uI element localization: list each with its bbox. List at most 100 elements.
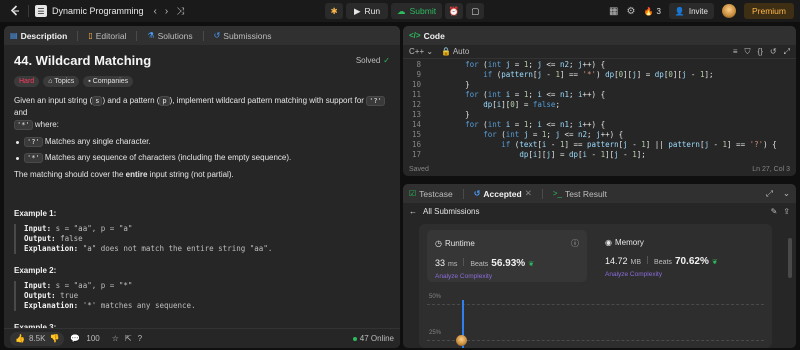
companies-badge[interactable]: ▪ Companies [83, 76, 134, 87]
format-icon[interactable]: ≡ [733, 47, 738, 57]
settings-gear-icon[interactable]: ⚙ [627, 6, 636, 17]
star-icon[interactable]: ☆ [112, 334, 119, 343]
invite-label: Invite [688, 6, 708, 16]
close-icon[interactable]: ✕ [525, 188, 532, 199]
fire-icon: 🔥 [643, 6, 654, 16]
problem-badges: Hard ⌂ Topics ▪ Companies [14, 76, 390, 87]
memory-metric[interactable]: ◉ Memory 14.72 MB Beats 70.62% ❦ Analyze… [597, 230, 757, 286]
expand-icon[interactable]: ⤢ [766, 188, 773, 199]
prev-problem-icon[interactable]: ‹ [154, 6, 157, 17]
reset-icon[interactable]: ↺ [770, 47, 777, 57]
tab-code-label: Code [423, 30, 445, 41]
line-number: 12 [411, 100, 421, 109]
language-select[interactable]: C++ ⌄ [409, 47, 433, 56]
code-toolbar: C++ ⌄ 🔒 Auto ≡ ⛉ {} ↺ ⤢ [403, 45, 796, 59]
run-button[interactable]: ▶ Run [346, 3, 389, 19]
tab-test-result[interactable]: >_ Test Result [553, 189, 607, 199]
code-line: 17 dp[i][j] = dp[i - 1][j - 1]; [403, 150, 796, 160]
layout-icon[interactable]: ▦ [609, 6, 618, 17]
tab-test-result-label: Test Result [564, 188, 607, 199]
tab-solutions[interactable]: ⚗ Solutions [147, 31, 192, 41]
divider [647, 256, 649, 264]
example-explanation: '*' matches any sequence. [82, 301, 196, 310]
analyze-complexity-link[interactable]: Analyze Complexity [605, 271, 749, 278]
streak-counter[interactable]: 🔥 3 [643, 7, 660, 16]
statement-bold: entire [125, 170, 148, 179]
analyze-complexity-link[interactable]: Analyze Complexity [435, 273, 579, 280]
runtime-beats-label: Beats [470, 261, 489, 268]
chevron-down-icon[interactable]: ⌄ [783, 188, 790, 199]
title-row: 44. Wildcard Matching Solved ✓ [14, 53, 390, 68]
tab-editorial[interactable]: ▯ Editorial [88, 31, 126, 41]
auto-mode[interactable]: 🔒 Auto [441, 47, 469, 56]
share-icon[interactable]: ⇱ [125, 334, 132, 343]
notes-button[interactable]: ▢ [466, 3, 485, 19]
rule-text: Matches any sequence of characters (incl… [44, 153, 292, 162]
saved-status: Saved [409, 165, 429, 173]
example-explanation: "a" does not match the entire string "aa… [82, 244, 273, 253]
shuffle-icon[interactable]: ⤨ [176, 6, 184, 17]
example-title: Example 1: [14, 209, 57, 218]
example-output-label: Output: [24, 291, 56, 300]
thumbs-up-icon[interactable]: 👍 [15, 334, 25, 343]
leetcode-logo-icon[interactable] [8, 4, 22, 18]
tab-submissions[interactable]: ↺ Submissions [214, 31, 272, 41]
submit-button[interactable]: ☁ Submit [391, 3, 443, 19]
example-input-label: Input: [24, 281, 52, 290]
scrollbar[interactable] [788, 238, 792, 278]
bookmark-icon[interactable]: ⛉ [745, 47, 751, 57]
memory-title: Memory [614, 238, 644, 247]
comment-count: 100 [86, 334, 100, 343]
code-line: 8 for (int j = 1; j <= n2; j++) { [403, 60, 796, 70]
result-tabs: ☑ Testcase ↺ Accepted ✕ >_ Test Result ⤢… [403, 184, 796, 203]
memory-value-row: 14.72 MB Beats 70.62% ❦ [605, 256, 749, 267]
inline-code: s [92, 96, 103, 106]
help-icon[interactable]: ? [138, 334, 142, 343]
thumbs-down-icon[interactable]: 👎 [49, 334, 59, 343]
back-arrow-icon[interactable]: ← [409, 207, 417, 216]
inline-code: '*' [24, 153, 43, 163]
tab-accepted[interactable]: ↺ Accepted ✕ [474, 188, 532, 199]
lock-icon: ▪ [88, 78, 91, 85]
online-dot-icon [352, 336, 357, 341]
invite-button[interactable]: 👤 Invite [668, 3, 714, 19]
memory-chip-icon: ◉ [605, 238, 612, 247]
bug-icon: ✱ [330, 5, 338, 16]
tab-description[interactable]: ▤ Description [10, 31, 67, 41]
tab-testcase[interactable]: ☑ Testcase [409, 189, 453, 199]
premium-button[interactable]: Premium [743, 3, 794, 19]
inline-code: '*' [14, 120, 33, 130]
problem-list-label: Dynamic Programming [52, 6, 144, 16]
example-input-label: Input: [24, 224, 52, 233]
language-label: C++ [409, 47, 425, 56]
braces-icon[interactable]: {} [758, 47, 763, 57]
avatar[interactable] [721, 4, 736, 18]
runtime-metric[interactable]: ◷ Runtime ⓘ 33 ms Beats 56.93% ❦ Analyze… [427, 230, 587, 282]
edit-icon[interactable]: ✎ [771, 207, 778, 216]
next-problem-icon[interactable]: › [165, 6, 168, 17]
chart-gridline [427, 304, 764, 305]
comment-icon[interactable]: 💬 [70, 334, 80, 343]
chevron-down-icon: ⌄ [426, 47, 434, 56]
memory-value: 14.72 [605, 256, 628, 266]
code-panel: </> Code C++ ⌄ 🔒 Auto ≡ ⛉ {} ↺ ⤢ 8 for (… [403, 26, 796, 176]
timer-button[interactable]: ⏰ [445, 3, 464, 19]
topics-badge[interactable]: ⌂ Topics [43, 76, 80, 87]
add-user-icon: 👤 [674, 6, 685, 16]
tab-accepted-label: Accepted [483, 188, 522, 199]
tab-solutions-label: Solutions [157, 30, 193, 41]
code-editor[interactable]: 8 for (int j = 1; j <= n2; j++) { 9 if (… [403, 60, 796, 160]
tab-code[interactable]: </> Code [409, 31, 445, 41]
fullscreen-icon[interactable]: ⤢ [784, 47, 790, 57]
share-icon[interactable]: ⇪ [783, 207, 790, 216]
avatar-marker [456, 335, 467, 346]
all-submissions-link[interactable]: All Submissions [423, 207, 479, 216]
info-icon[interactable]: ⓘ [571, 238, 579, 249]
page-title[interactable]: 44. Wildcard Matching [14, 53, 151, 68]
lock-icon: 🔒 [441, 47, 452, 56]
user-actions: ▦ ⚙ 🔥 3 👤 Invite Premium [609, 3, 794, 19]
problem-list-button[interactable]: ☰ Dynamic Programming [35, 5, 144, 17]
statement-text: The matching should cover the [14, 170, 124, 179]
line-number: 14 [411, 120, 421, 129]
debug-button[interactable]: ✱ [325, 3, 343, 19]
